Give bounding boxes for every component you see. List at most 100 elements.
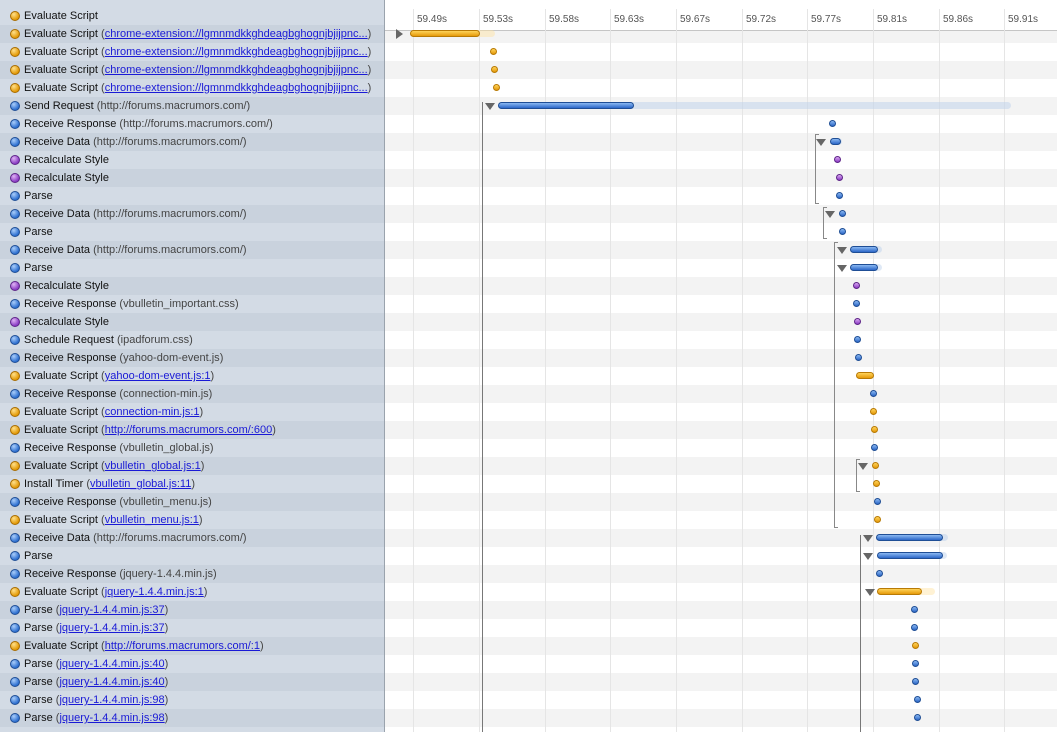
record-row[interactable]: Evaluate Script <box>0 7 384 25</box>
record-link-text[interactable]: chrome-extension://lgmnmdkkghdeagbghognj… <box>105 82 368 94</box>
record-source-link[interactable]: (jquery-1.4.4.min.js:1) <box>98 586 207 598</box>
record-bar[interactable] <box>493 84 500 91</box>
record-link-text[interactable]: chrome-extension://lgmnmdkkghdeagbghognj… <box>105 64 368 76</box>
record-row[interactable]: Receive Response (vbulletin_menu.js) <box>0 493 384 511</box>
record-row[interactable]: Recalculate Style <box>0 169 384 187</box>
record-bar[interactable] <box>850 264 878 271</box>
record-bar[interactable] <box>836 174 843 181</box>
record-source-link[interactable]: (jquery-1.4.4.min.js:37) <box>53 622 169 634</box>
record-source-link[interactable]: (chrome-extension://lgmnmdkkghdeagbghogn… <box>98 82 371 94</box>
record-bar[interactable] <box>911 624 918 631</box>
record-link-text[interactable]: http://forums.macrumors.com/:600 <box>105 424 273 436</box>
record-link-text[interactable]: jquery-1.4.4.min.js:98 <box>59 712 164 724</box>
record-row[interactable]: Receive Response (vbulletin_global.js) <box>0 439 384 457</box>
record-source-link[interactable]: (http://forums.macrumors.com/:600) <box>98 424 276 436</box>
record-row[interactable]: Parse (jquery-1.4.4.min.js:98) <box>0 691 384 709</box>
record-link-text[interactable]: yahoo-dom-event.js:1 <box>105 370 211 382</box>
disclosure-open-icon[interactable] <box>837 247 847 254</box>
disclosure-open-icon[interactable] <box>865 589 875 596</box>
record-bar[interactable] <box>491 66 498 73</box>
record-row[interactable]: Recalculate Style <box>0 313 384 331</box>
record-source-link[interactable]: (vbulletin_global.js:11) <box>83 478 195 490</box>
record-row[interactable]: Receive Data (http://forums.macrumors.co… <box>0 241 384 259</box>
record-source-link[interactable]: (vbulletin_menu.js:1) <box>98 514 203 526</box>
record-bar[interactable] <box>872 462 879 469</box>
record-bar[interactable] <box>854 336 861 343</box>
record-source-link[interactable]: (jquery-1.4.4.min.js:40) <box>53 676 169 688</box>
record-row[interactable]: Parse (jquery-1.4.4.min.js:40) <box>0 673 384 691</box>
record-row[interactable]: Evaluate Script (connection-min.js:1) <box>0 403 384 421</box>
record-link-text[interactable]: chrome-extension://lgmnmdkkghdeagbghognj… <box>105 46 368 58</box>
record-bar[interactable] <box>855 354 862 361</box>
record-row[interactable]: Evaluate Script (http://forums.macrumors… <box>0 421 384 439</box>
record-link-text[interactable]: vbulletin_global.js:1 <box>105 460 201 472</box>
record-row[interactable]: Evaluate Script (vbulletin_menu.js:1) <box>0 511 384 529</box>
record-source-link[interactable]: (chrome-extension://lgmnmdkkghdeagbghogn… <box>98 64 371 76</box>
record-source-link[interactable]: (chrome-extension://lgmnmdkkghdeagbghogn… <box>98 28 371 40</box>
record-row[interactable]: Receive Response (jquery-1.4.4.min.js) <box>0 565 384 583</box>
record-link-text[interactable]: chrome-extension://lgmnmdkkghdeagbghognj… <box>105 28 368 40</box>
record-source-link[interactable]: (chrome-extension://lgmnmdkkghdeagbghogn… <box>98 46 371 58</box>
record-link-text[interactable]: connection-min.js:1 <box>105 406 200 418</box>
record-bar[interactable] <box>870 408 877 415</box>
record-source-link[interactable]: (connection-min.js:1) <box>98 406 203 418</box>
record-link-text[interactable]: jquery-1.4.4.min.js:37 <box>59 622 164 634</box>
record-bar[interactable] <box>874 516 881 523</box>
record-row[interactable]: Evaluate Script (http://forums.macrumors… <box>0 637 384 655</box>
record-bar[interactable] <box>874 498 881 505</box>
disclosure-open-icon[interactable] <box>863 535 873 542</box>
record-row[interactable]: Receive Response (connection-min.js) <box>0 385 384 403</box>
record-row[interactable]: Parse <box>0 187 384 205</box>
record-row[interactable]: Parse <box>0 259 384 277</box>
record-bar[interactable] <box>410 30 480 37</box>
record-bar[interactable] <box>850 246 878 253</box>
record-source-link[interactable]: (yahoo-dom-event.js:1) <box>98 370 214 382</box>
disclosure-open-icon[interactable] <box>837 265 847 272</box>
record-bar[interactable] <box>839 228 846 235</box>
record-source-link[interactable]: (http://forums.macrumors.com/:1) <box>98 640 264 652</box>
record-bar[interactable] <box>854 318 861 325</box>
record-bar[interactable] <box>912 660 919 667</box>
record-row[interactable]: Parse (jquery-1.4.4.min.js:98) <box>0 709 384 727</box>
record-row[interactable]: Parse (jquery-1.4.4.min.js:37) <box>0 601 384 619</box>
record-row[interactable]: Receive Data (http://forums.macrumors.co… <box>0 205 384 223</box>
record-bar[interactable] <box>911 606 918 613</box>
record-row[interactable]: Parse (jquery-1.4.4.min.js:37) <box>0 619 384 637</box>
record-row[interactable]: Evaluate Script (chrome-extension://lgmn… <box>0 43 384 61</box>
record-row[interactable]: Receive Response (vbulletin_important.cs… <box>0 295 384 313</box>
record-bar[interactable] <box>829 120 836 127</box>
record-bar[interactable] <box>871 444 878 451</box>
record-row[interactable]: Receive Data (http://forums.macrumors.co… <box>0 529 384 547</box>
record-link-text[interactable]: vbulletin_global.js:11 <box>90 478 191 490</box>
record-row[interactable]: Receive Data (http://forums.macrumors.co… <box>0 133 384 151</box>
record-bar[interactable] <box>877 588 922 595</box>
record-bar[interactable] <box>834 156 841 163</box>
disclosure-open-icon[interactable] <box>863 553 873 560</box>
record-link-text[interactable]: jquery-1.4.4.min.js:40 <box>59 676 164 688</box>
record-row[interactable]: Evaluate Script (chrome-extension://lgmn… <box>0 79 384 97</box>
record-row[interactable]: Evaluate Script (vbulletin_global.js:1) <box>0 457 384 475</box>
record-link-text[interactable]: jquery-1.4.4.min.js:40 <box>59 658 164 670</box>
record-bar[interactable] <box>836 192 843 199</box>
record-bar[interactable] <box>912 642 919 649</box>
record-link-text[interactable]: http://forums.macrumors.com/:1 <box>105 640 260 652</box>
record-bar[interactable] <box>873 480 880 487</box>
record-bar[interactable] <box>870 390 877 397</box>
record-bar[interactable] <box>498 102 634 109</box>
record-link-text[interactable]: jquery-1.4.4.min.js:1 <box>105 586 204 598</box>
disclosure-open-icon[interactable] <box>485 103 495 110</box>
record-bar[interactable] <box>490 48 497 55</box>
record-link-text[interactable]: jquery-1.4.4.min.js:37 <box>59 604 164 616</box>
record-row[interactable]: Parse (jquery-1.4.4.min.js:40) <box>0 655 384 673</box>
disclosure-closed-icon[interactable] <box>396 29 403 39</box>
record-bar[interactable] <box>876 534 943 541</box>
record-row[interactable]: Parse <box>0 547 384 565</box>
record-link-text[interactable]: jquery-1.4.4.min.js:98 <box>59 694 164 706</box>
record-row[interactable]: Parse <box>0 223 384 241</box>
record-bar[interactable] <box>912 678 919 685</box>
record-source-link[interactable]: (jquery-1.4.4.min.js:98) <box>53 712 169 724</box>
record-bar[interactable] <box>856 372 874 379</box>
record-row[interactable]: Recalculate Style <box>0 151 384 169</box>
record-row[interactable]: Evaluate Script (chrome-extension://lgmn… <box>0 25 384 43</box>
record-source-link[interactable]: (jquery-1.4.4.min.js:98) <box>53 694 169 706</box>
